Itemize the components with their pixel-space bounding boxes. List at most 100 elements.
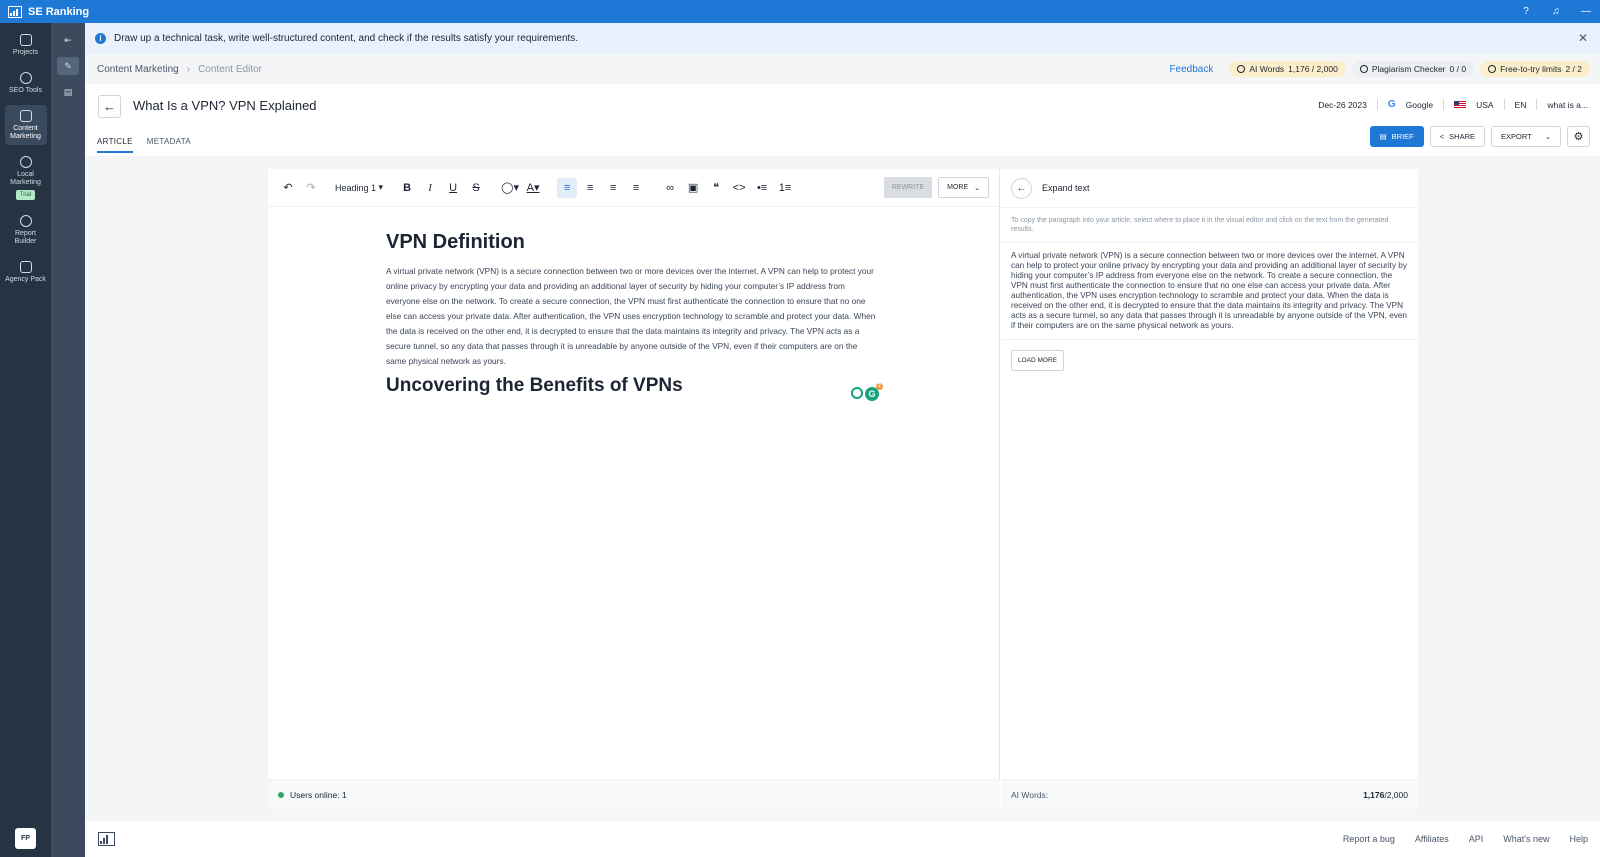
lightbulb-icon [851,387,863,399]
breadcrumb-root[interactable]: Content Marketing [97,64,179,75]
pill-label: Free-to-try limits [1500,64,1562,74]
share-button[interactable]: < SHARE [1429,126,1485,147]
location-pin-icon [19,156,32,168]
secondary-rail: ⇤ ✎ ▤ [51,23,85,857]
grammarly-widget[interactable]: G2 [851,383,883,401]
nav-item-projects[interactable]: Projects [5,29,47,61]
ai-words-pill[interactable]: AI Words 1,176 / 2,000 [1229,61,1346,77]
quote-icon[interactable]: ❝ [706,178,726,198]
arrow-left-icon: ← [1016,182,1027,194]
document-meta: Dec-26 2023 G Google USA EN what is a... [1318,99,1588,110]
nav-label: Report Builder [14,230,37,245]
bell-icon[interactable]: ♫ [1550,6,1562,18]
info-icon: i [95,33,106,44]
free-icon [1488,65,1497,73]
app-name: SE Ranking [28,5,90,18]
ai-words-count: 1,176/2,000 [1363,790,1408,800]
button-label: SHARE [1449,132,1475,141]
collapse-icon[interactable]: ⇤ [57,31,79,49]
bold-icon[interactable]: B [397,178,417,198]
nav-item-content-marketing[interactable]: Content Marketing [4,105,47,145]
minimize-icon[interactable]: — [1580,6,1592,18]
generated-result[interactable]: A virtual private network (VPN) is a sec… [1001,242,1418,340]
chevron-down-icon: ⌄ [974,184,980,192]
nav-item-agency-pack[interactable]: Agency Pack [5,256,47,288]
text-color-icon[interactable]: A▾ [523,178,543,198]
document-date: Dec-26 2023 [1318,99,1367,110]
align-center-icon[interactable]: ≡ [580,178,600,198]
settings-button[interactable]: ⚙ [1567,126,1590,147]
rewrite-button[interactable]: REWRITE [883,177,933,198]
breadcrumb: Content Marketing › Content Editor Feedb… [85,54,1600,84]
page-title: What Is a VPN? VPN Explained [133,98,317,113]
plagiarism-pill[interactable]: Plagiarism Checker 0 / 0 [1351,61,1475,77]
nav-item-seo-tools[interactable]: SEO Tools [5,67,47,99]
numbered-list-icon[interactable]: 1≡ [775,178,795,198]
panel-hint: To copy the paragraph into your article,… [1001,207,1418,242]
load-more-button[interactable]: LOAD MORE [1011,350,1065,371]
expand-text-panel: ← Expand text To copy the paragraph into… [1001,169,1418,809]
link-icon[interactable]: ∞ [660,178,680,198]
pill-label: Plagiarism Checker [1371,64,1446,74]
undo-icon[interactable]: ↶ [278,178,298,198]
nav-item-report-builder[interactable]: Report Builder [5,210,47,250]
button-label: MORE [947,184,969,191]
image-icon[interactable]: ▣ [683,178,703,198]
article-paragraph[interactable]: A virtual private network (VPN) is a sec… [386,264,876,369]
ai-icon [1237,65,1246,73]
heading-select[interactable]: Heading 1 ▾ [330,178,388,198]
article-heading-2[interactable]: Uncovering the Benefits of VPNs [386,375,876,397]
report-icon [19,215,32,227]
free-limits-pill[interactable]: Free-to-try limits 2 / 2 [1480,61,1590,77]
content-editor-icon[interactable]: ✎ [57,57,79,75]
align-justify-icon[interactable]: ≡ [626,178,646,198]
help-icon[interactable]: ? [1520,6,1532,18]
close-icon[interactable]: ✕ [1578,31,1588,45]
more-button[interactable]: MORE ⌄ [938,177,989,198]
editor-main: ↶ ↷ Heading 1 ▾ B I U S ◯▾ A▾ ≡ ≡ ≡ ≡ ∞ … [268,169,1000,809]
api-link[interactable]: API [1469,834,1484,844]
affiliates-link[interactable]: Affiliates [1415,834,1449,844]
breadcrumb-current: Content Editor [198,63,262,75]
heading-value: Heading 1 [335,182,377,193]
panel-back-button[interactable]: ← [1011,177,1032,199]
panel-title: Expand text [1042,183,1090,193]
audit-icon[interactable]: ▤ [57,83,79,101]
avatar[interactable]: FP [15,828,36,849]
back-button[interactable]: ← [98,95,121,118]
align-right-icon[interactable]: ≡ [603,178,623,198]
se-ranking-logo-icon [8,5,22,18]
redo-icon[interactable]: ↷ [301,178,321,198]
highlight-icon[interactable]: ◯▾ [500,178,520,198]
nav-item-local-marketing[interactable]: Local Marketing Trial [5,151,47,204]
bullet-list-icon[interactable]: •≡ [752,178,772,198]
article-heading-1[interactable]: VPN Definition [386,231,876,254]
feedback-link[interactable]: Feedback [1169,64,1213,75]
tab-metadata[interactable]: METADATA [147,137,191,153]
help-link[interactable]: Help [1569,834,1588,844]
divider [1443,99,1445,110]
keyword[interactable]: what is a... [1547,100,1588,110]
italic-icon[interactable]: I [420,178,440,198]
chevron-right-icon: › [186,63,191,75]
grammarly-icon: G2 [865,383,883,401]
search-icon [19,72,32,84]
export-button[interactable]: EXPORT ⌄ [1491,126,1561,147]
panel-footer: AI Words: 1,176/2,000 [1001,779,1418,809]
tab-article[interactable]: ARTICLE [97,137,133,153]
code-icon[interactable]: <> [729,178,749,198]
report-bug-link[interactable]: Report a bug [1343,834,1395,844]
brief-button[interactable]: ▤ BRIEF [1369,126,1424,147]
article-content[interactable]: VPN Definition A virtual private network… [386,231,876,397]
nav-label: Local Marketing [10,171,41,186]
nav-label: Agency Pack [5,276,46,283]
strikethrough-icon[interactable]: S [466,178,486,198]
whats-new-link[interactable]: What's new [1503,834,1549,844]
underline-icon[interactable]: U [443,178,463,198]
arrow-left-icon: ← [103,99,116,114]
se-ranking-logo-icon [98,832,115,846]
editor: ↶ ↷ Heading 1 ▾ B I U S ◯▾ A▾ ≡ ≡ ≡ ≡ ∞ … [268,169,1418,809]
align-left-icon[interactable]: ≡ [557,177,578,198]
trial-badge: Trial [15,190,36,200]
panel-header: ← Expand text [1001,169,1418,207]
